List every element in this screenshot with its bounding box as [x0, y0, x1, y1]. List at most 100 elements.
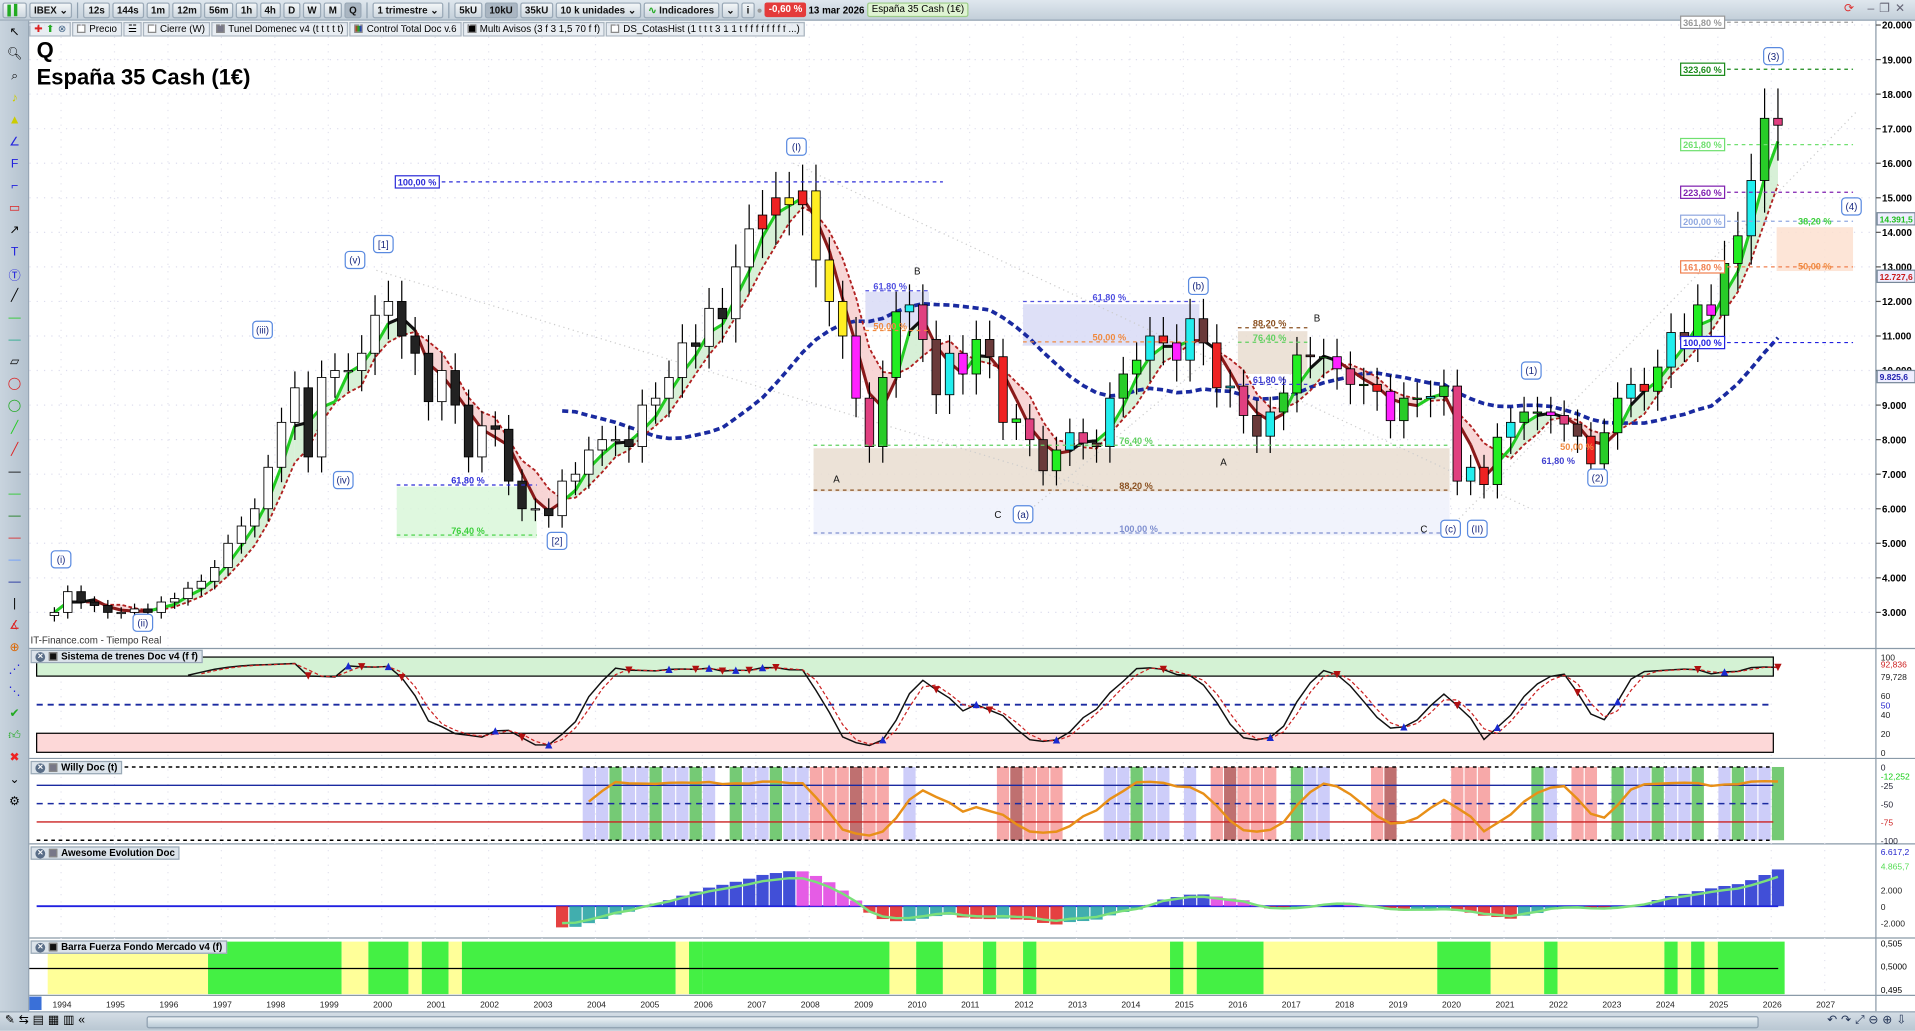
close-panel-icon[interactable]: ✕ — [35, 942, 46, 953]
candle-body — [437, 370, 447, 403]
wave-label: C — [994, 510, 1001, 521]
candle-body — [143, 608, 153, 613]
candle-body — [1479, 466, 1489, 485]
candle-body — [904, 304, 915, 313]
candle-body — [691, 342, 701, 347]
candle-body — [290, 387, 300, 423]
candle-body — [664, 377, 674, 399]
fib-label: 100,00 % — [1683, 338, 1722, 348]
willy-tick-label: -50 — [1881, 799, 1894, 809]
candle-body — [610, 439, 621, 442]
candle — [316, 360, 327, 473]
zoom-in-icon[interactable]: ⊕ — [1882, 1014, 1896, 1027]
chart-canvas[interactable]: 20.000 19.000 18.000 17.000 16.000 15.000 14.0… — [0, 0, 1915, 1031]
willy-zone-bar — [1771, 766, 1785, 841]
panel-willy-header[interactable]: ✕ Willy Doc (t) — [30, 760, 123, 775]
fib-label: 76,40 % — [1119, 436, 1153, 446]
candle-body — [1078, 432, 1088, 444]
fib-label: 76,40 % — [1253, 333, 1287, 343]
candle-body — [1011, 418, 1022, 423]
year-label: 2010 — [908, 1000, 927, 1010]
candle-body — [1332, 356, 1342, 370]
year-label: 1994 — [53, 1000, 72, 1010]
candle-body — [423, 352, 434, 403]
candle-body — [570, 473, 581, 482]
candle-body — [1265, 411, 1275, 437]
candle-body — [410, 335, 420, 354]
fib-label: 61,80 % — [1253, 375, 1287, 385]
sistema-tick-label: 60 — [1881, 691, 1891, 701]
buy-signal-icon — [1613, 697, 1622, 706]
wave-label: C — [1420, 524, 1427, 535]
candle-body — [1626, 383, 1636, 399]
candle-body — [1612, 397, 1623, 434]
candle-body — [544, 508, 554, 517]
year-label: 1997 — [213, 1000, 232, 1010]
close-panel-icon[interactable]: ✕ — [35, 651, 46, 662]
wave-label: (ii) — [137, 618, 148, 629]
year-label: 2027 — [1816, 1000, 1835, 1010]
candle-body — [731, 266, 741, 320]
candle-body — [1359, 383, 1369, 387]
year-label: 2000 — [373, 1000, 392, 1010]
price-tick-label: 7.000 — [1882, 470, 1907, 481]
wave-label: (2) — [1592, 473, 1604, 484]
wave-label: B — [1314, 313, 1321, 324]
wave-label: A — [833, 474, 840, 485]
candle-body — [918, 304, 928, 340]
year-label: 2017 — [1282, 1000, 1301, 1010]
wave-label: (b) — [1192, 282, 1204, 293]
panel-awesome-header[interactable]: ✕ Awesome Evolution Doc — [30, 846, 180, 860]
panel-sistema-header[interactable]: ✕ Sistema de trenes Doc v4 (f f) — [30, 649, 203, 664]
pin-icon[interactable]: ⇩ — [1896, 1014, 1910, 1027]
candle-body — [1145, 335, 1155, 361]
close-panel-icon[interactable]: ✕ — [35, 762, 46, 773]
candle-body — [824, 259, 835, 302]
candle-body — [557, 480, 567, 517]
price-tick-label: 19.000 — [1882, 55, 1912, 66]
candle-body — [263, 466, 273, 510]
candle-body — [1452, 385, 1462, 482]
bottom-tools-icons[interactable]: ✎⇆▤▦▥« — [5, 1014, 89, 1027]
candle-body — [744, 228, 754, 268]
candle-body — [1345, 368, 1356, 385]
awesome-tick-label: 2.000 — [1881, 885, 1903, 895]
year-label: 2022 — [1549, 1000, 1568, 1010]
year-label: 2007 — [747, 1000, 766, 1010]
undo-icon[interactable]: ↶ — [1827, 1014, 1841, 1027]
candle-body — [650, 397, 661, 406]
year-label: 1996 — [159, 1000, 178, 1010]
candle-body — [169, 598, 180, 603]
candle-body — [383, 301, 394, 316]
candle-body — [851, 335, 861, 399]
year-label: 2024 — [1656, 1000, 1675, 1010]
candle-body — [196, 580, 207, 589]
candle-body — [1051, 449, 1062, 472]
sistema-tick-label: 50 — [1881, 700, 1891, 710]
awesome-tick-label: 4.865,7 — [1881, 861, 1910, 871]
price-tick-label: 5.000 — [1882, 539, 1907, 550]
panel-barra-header[interactable]: ✕ Barra Fuerza Fondo Mercado v4 (f) — [30, 940, 228, 954]
candle-body — [1412, 397, 1422, 400]
candle-body — [477, 425, 487, 458]
redo-icon[interactable]: ↷ — [1841, 1014, 1855, 1027]
year-label: 2001 — [427, 1000, 446, 1010]
candle-body — [63, 591, 73, 613]
wave-label: (c) — [1445, 524, 1456, 535]
panel-title: Sistema de trenes Doc v4 (f f) — [61, 650, 198, 662]
close-panel-icon[interactable]: ✕ — [35, 848, 46, 858]
zoom-out-icon[interactable]: ⊖ — [1868, 1014, 1882, 1027]
fib-label: 200,00 % — [1683, 217, 1722, 227]
fib-label: 88,20 % — [1119, 481, 1153, 491]
horizontal-scrollbar[interactable] — [146, 1016, 1759, 1029]
candle-body — [1773, 117, 1783, 126]
zoom-controls[interactable]: ↶↷⤢⊖⊕⇩ — [1827, 1014, 1910, 1027]
price-tick-label: 6.000 — [1882, 504, 1907, 515]
candle — [1452, 369, 1462, 496]
fit-icon[interactable]: ⤢ — [1855, 1014, 1868, 1027]
candle-body — [1706, 304, 1716, 316]
fib-label: 361,80 % — [1683, 18, 1722, 28]
candle-body — [223, 542, 233, 568]
year-label: 2005 — [640, 1000, 659, 1010]
year-label: 2003 — [534, 1000, 553, 1010]
